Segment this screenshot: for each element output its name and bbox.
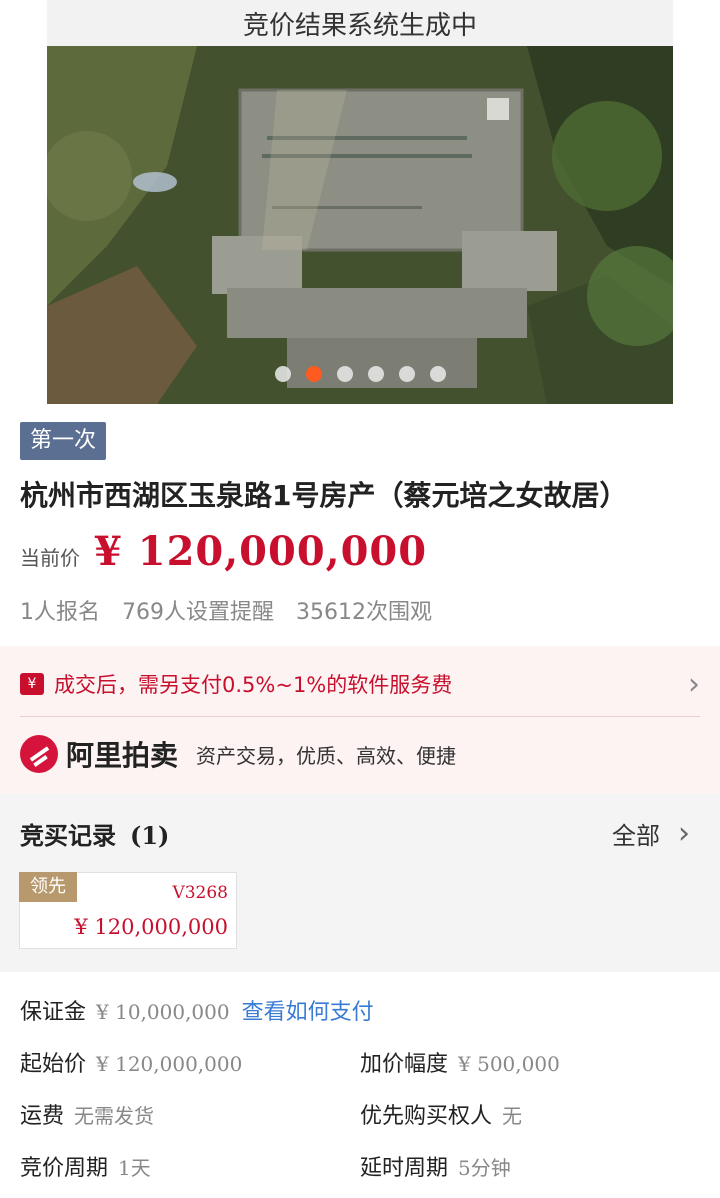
bid-cycle-row: 竞价周期 1天 — [20, 1150, 151, 1182]
divider — [20, 716, 700, 717]
increment-row: 加价幅度 ¥ 500,000 — [360, 1046, 560, 1078]
chevron-right-icon: › — [678, 816, 690, 851]
increment-value: ¥ 500,000 — [458, 1052, 560, 1076]
carousel-dots — [47, 366, 673, 382]
fee-section: ¥ 成交后，需另支付0.5%~1%的软件服务费 › 阿里拍卖 资产交易，优质、高… — [0, 646, 720, 794]
current-price-value: ¥ 120,000,000 — [94, 528, 428, 575]
view-all-label: 全部 — [612, 822, 660, 850]
view-count: 35612次围观 — [296, 600, 432, 625]
bid-records-label: 竞买记录 — [20, 822, 116, 850]
start-price-label: 起始价 — [20, 1052, 87, 1077]
priority-buyer-label: 优先购买权人 — [360, 1104, 493, 1129]
current-price-row: 当前价 ¥ 120,000,000 — [20, 528, 427, 575]
delay-cycle-label: 延时周期 — [360, 1156, 449, 1181]
shipping-row: 运费 无需发货 — [20, 1098, 154, 1130]
fee-icon: ¥ — [20, 673, 44, 695]
view-all-bids-button[interactable]: 全部 › — [612, 816, 690, 851]
memorial-stone-photo — [47, 46, 673, 404]
priority-buyer-row: 优先购买权人 无 — [360, 1098, 522, 1130]
delay-cycle-row: 延时周期 5分钟 — [360, 1150, 511, 1182]
current-price-label: 当前价 — [20, 546, 80, 570]
carousel-dot[interactable] — [274, 366, 291, 382]
shipping-label: 运费 — [20, 1104, 65, 1129]
bid-record-card[interactable]: 领先 V3268 ¥ 120,000,000 — [19, 872, 237, 949]
auction-stats: 1人报名 769人设置提醒 35612次围观 — [20, 594, 432, 626]
start-price-value: ¥ 120,000,000 — [96, 1052, 243, 1076]
service-fee-notice[interactable]: ¥ 成交后，需另支付0.5%~1%的软件服务费 › — [20, 664, 700, 704]
shipping-value: 无需发货 — [74, 1104, 155, 1128]
bid-amount: ¥ 120,000,000 — [74, 915, 228, 939]
how-to-pay-link[interactable]: 查看如何支付 — [242, 994, 374, 1026]
chevron-right-icon: › — [688, 666, 700, 702]
ali-auction-slogan: 资产交易，优质、高效、便捷 — [196, 743, 457, 768]
signup-count: 1人报名 — [20, 600, 100, 625]
bid-records-section: 竞买记录 (1) 全部 › 领先 V3268 ¥ 120,000,000 — [0, 794, 720, 972]
deposit-row: 保证金 ¥ 10,000,000 查看如何支付 — [20, 994, 374, 1026]
carousel-dot[interactable] — [336, 366, 353, 382]
carousel-dot[interactable] — [367, 366, 384, 382]
delay-cycle-value: 5分钟 — [458, 1156, 511, 1180]
auction-round-badge: 第一次 — [20, 422, 107, 460]
bid-cycle-label: 竞价周期 — [20, 1156, 109, 1181]
priority-buyer-value: 无 — [502, 1104, 523, 1128]
ali-auction-brand: 阿里拍卖 — [66, 739, 179, 772]
leading-tag: 领先 — [19, 872, 77, 902]
bidder-id: V3268 — [172, 883, 228, 903]
result-status-bar: 竞价结果系统生成中 — [47, 0, 673, 46]
bid-cycle-value: 1天 — [118, 1156, 151, 1180]
deposit-label: 保证金 — [20, 1000, 87, 1025]
bid-records-count: (1) — [130, 821, 170, 850]
increment-label: 加价幅度 — [360, 1052, 449, 1077]
carousel-dot-active[interactable] — [305, 366, 322, 382]
start-price-row: 起始价 ¥ 120,000,000 — [20, 1046, 242, 1078]
property-photo-carousel[interactable] — [47, 46, 673, 404]
auction-details: 保证金 ¥ 10,000,000 查看如何支付 起始价 ¥ 120,000,00… — [0, 972, 720, 1198]
auction-title: 杭州市西湖区玉泉路1号房产（蔡元培之女故居） — [20, 479, 628, 512]
ali-auction-logo-icon — [20, 735, 58, 773]
bid-records-title: 竞买记录 (1) — [20, 816, 169, 851]
service-fee-text: 成交后，需另支付0.5%~1%的软件服务费 — [54, 673, 453, 697]
ali-auction-brand-row: 阿里拍卖 资产交易，优质、高效、便捷 — [20, 734, 456, 774]
banner-area: 竞价结果系统生成中 — [0, 0, 720, 410]
reminder-count: 769人设置提醒 — [122, 600, 274, 625]
carousel-dot[interactable] — [398, 366, 415, 382]
carousel-dot[interactable] — [429, 366, 446, 382]
deposit-value: ¥ 10,000,000 — [96, 1000, 230, 1024]
